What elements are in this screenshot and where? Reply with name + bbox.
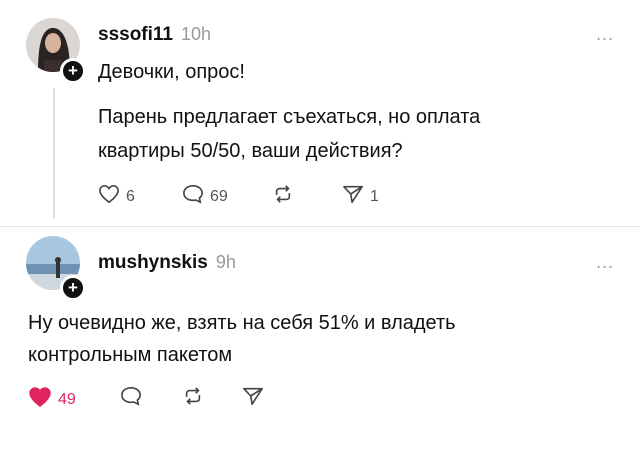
more-options-icon[interactable]: ... — [596, 24, 614, 45]
heart-filled-icon — [28, 386, 52, 413]
send-icon — [342, 184, 364, 209]
reply-button[interactable] — [120, 386, 142, 411]
post-text-line-2: Парень предлагает съехаться, но оплата — [98, 106, 481, 128]
follow-plus-icon[interactable]: + — [60, 58, 86, 84]
post-header: sssofi11 10h — [98, 24, 211, 46]
more-options-icon[interactable]: ... — [596, 252, 614, 273]
share-count: 1 — [370, 187, 379, 205]
comment-icon — [120, 386, 142, 411]
repost-icon — [272, 184, 294, 209]
thread-line — [53, 88, 55, 218]
like-count: 6 — [126, 187, 135, 205]
share-button[interactable]: 1 — [342, 184, 379, 209]
send-icon — [242, 386, 264, 411]
post-text-line-2: контрольным пакетом — [28, 344, 233, 366]
post-divider — [0, 226, 640, 227]
like-count: 49 — [58, 390, 76, 408]
comment-icon — [182, 184, 204, 209]
post-text-line-1: Девочки, опрос! — [98, 61, 245, 83]
share-button[interactable] — [242, 386, 264, 411]
post-text-line-3: квартиры 50/50, ваши действия? — [98, 140, 403, 162]
username[interactable]: mushynskis — [98, 252, 208, 273]
username[interactable]: sssofi11 — [98, 24, 173, 45]
heart-icon — [98, 184, 120, 209]
like-button[interactable]: 49 — [28, 386, 76, 413]
reply-count: 69 — [210, 187, 228, 205]
like-button[interactable]: 6 — [98, 184, 135, 209]
repost-icon — [182, 386, 204, 411]
post-header: mushynskis 9h — [98, 252, 236, 274]
reply-button[interactable]: 69 — [182, 184, 228, 209]
repost-button[interactable] — [272, 184, 294, 209]
timestamp: 10h — [181, 24, 212, 44]
follow-plus-icon[interactable]: + — [60, 275, 86, 301]
post-text-line-1: Ну очевидно же, взять на себя 51% и влад… — [28, 312, 456, 334]
repost-button[interactable] — [182, 386, 204, 411]
timestamp: 9h — [215, 252, 236, 272]
